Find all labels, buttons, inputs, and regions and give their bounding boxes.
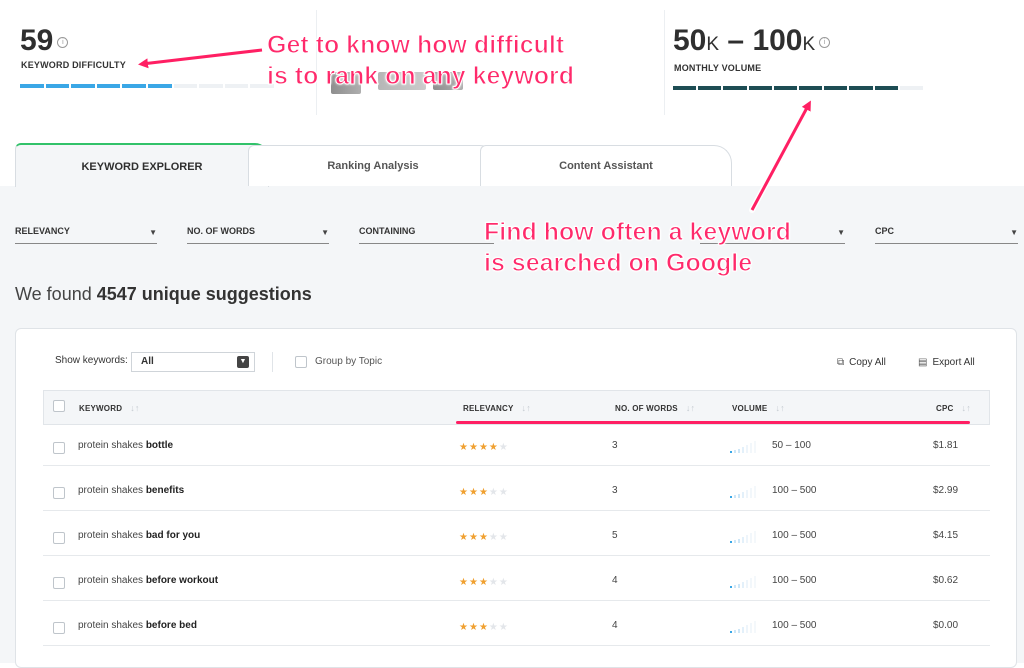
annotation-line: Get to know how difficult — [266, 31, 565, 60]
annotation-line: is searched on Google — [484, 249, 753, 278]
arrow-volume — [750, 100, 811, 211]
annotation-volume: Find how often a keyword is searched on … — [484, 217, 792, 279]
annotation-line: Find how often a keyword — [484, 218, 792, 247]
annotation-underline — [456, 421, 970, 424]
arrow-difficulty — [138, 48, 263, 69]
annotation-line: is to rank on any keyword — [266, 62, 575, 91]
annotation-arrows — [137, 47, 813, 213]
annotation-difficulty: Get to know how difficult is to rank on … — [266, 30, 575, 92]
